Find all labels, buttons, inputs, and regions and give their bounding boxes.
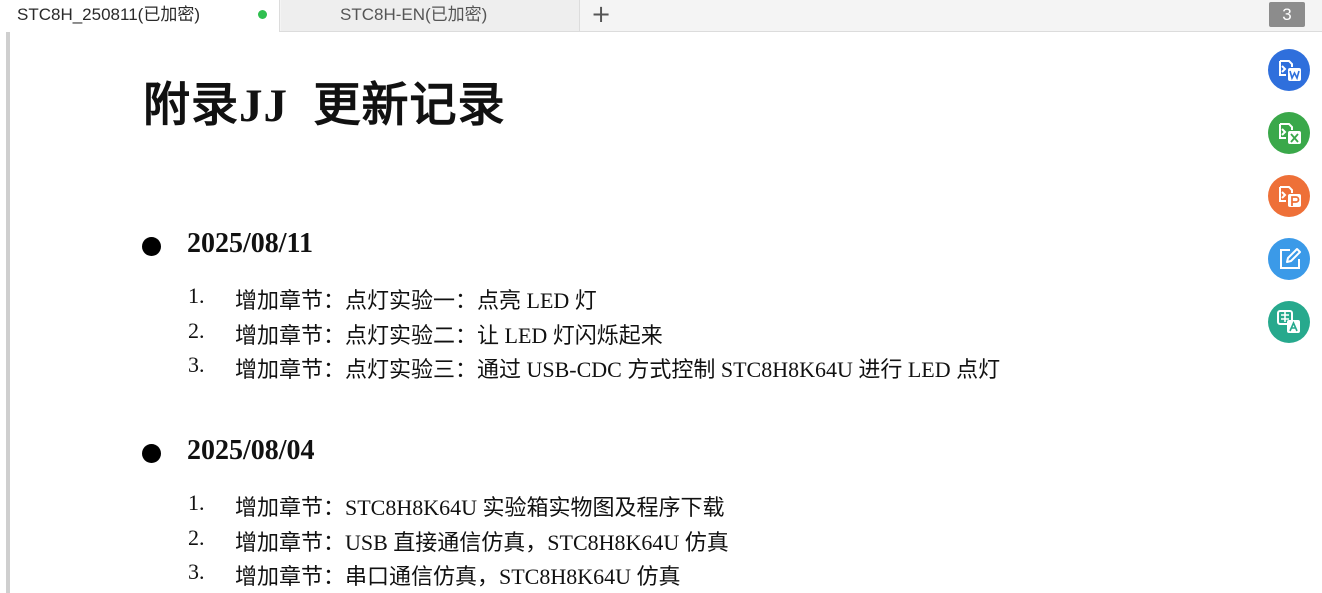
page-left-edge: [6, 32, 10, 593]
translate-icon: [1268, 301, 1310, 343]
tab-title: STC8H-EN(已加密): [340, 5, 488, 24]
item-number: 2.: [188, 525, 205, 550]
item-text: 增加章节：串口通信仿真，STC8H8K64U 仿真: [235, 564, 681, 589]
pdf-to-ppt-button[interactable]: [1268, 175, 1310, 217]
item-text: 增加章节：STC8H8K64U 实验箱实物图及程序下载: [235, 495, 725, 520]
item-text: 增加章节：点灯实验三：通过 USB-CDC 方式控制 STC8H8K64U 进行…: [235, 357, 1001, 382]
pdf-to-ppt-icon: [1268, 175, 1310, 217]
new-tab-button[interactable]: +: [588, 2, 614, 27]
tab-stc8h-en[interactable]: STC8H-EN(已加密): [281, 0, 580, 31]
section-date: 2025/08/04: [187, 435, 315, 466]
section-date: 2025/08/11: [187, 228, 314, 259]
item-number: 1.: [188, 283, 205, 308]
translate-button[interactable]: [1268, 301, 1310, 343]
modified-dot-icon: [258, 10, 267, 19]
edit-button[interactable]: [1268, 238, 1310, 280]
tab-count-badge[interactable]: 3: [1269, 2, 1305, 27]
bullet-icon: [142, 237, 161, 256]
tab-title: STC8H_250811(已加密): [17, 5, 200, 24]
item-text: 增加章节：点灯实验二：让 LED 灯闪烁起来: [235, 323, 663, 348]
item-number: 3.: [188, 352, 205, 377]
edit-icon: [1268, 238, 1310, 280]
tab-stc8h-250811[interactable]: STC8H_250811(已加密): [0, 0, 280, 32]
pdf-to-word-button[interactable]: [1268, 49, 1310, 91]
page-title: 附录JJ 更新记录: [143, 80, 506, 132]
item-text: 增加章节：USB 直接通信仿真，STC8H8K64U 仿真: [235, 530, 729, 555]
pdf-to-excel-icon: [1268, 112, 1310, 154]
item-number: 3.: [188, 559, 205, 584]
item-text: 增加章节：点灯实验一：点亮 LED 灯: [235, 288, 597, 313]
item-number: 2.: [188, 318, 205, 343]
pdf-to-excel-button[interactable]: [1268, 112, 1310, 154]
pdf-to-word-icon: [1268, 49, 1310, 91]
bullet-icon: [142, 444, 161, 463]
item-number: 1.: [188, 490, 205, 515]
tab-bar: STC8H_250811(已加密) STC8H-EN(已加密) + 3: [0, 0, 1322, 32]
